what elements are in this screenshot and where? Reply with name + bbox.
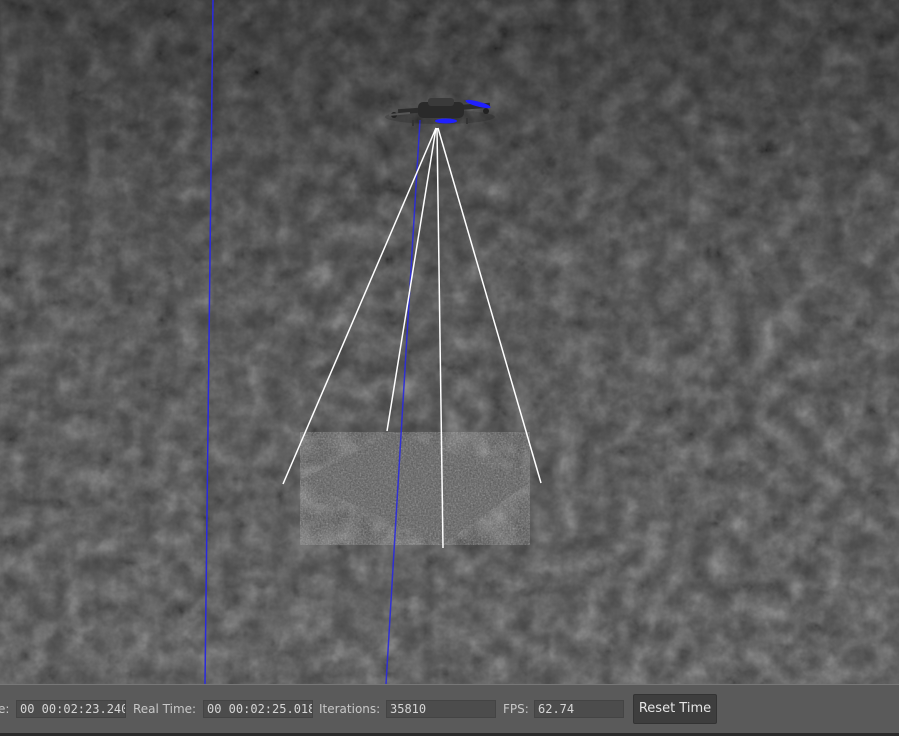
sim-time-label: e: [0, 702, 10, 716]
fps-label: FPS: [503, 702, 529, 716]
real-time-field: 00 00:02:25.018 [203, 700, 313, 718]
sim-time-field: 00 00:02:23.240 [16, 700, 126, 718]
real-time-label: Real Time: [133, 702, 197, 716]
iterations-field: 35810 [386, 700, 496, 718]
reset-time-button[interactable]: Reset Time [633, 694, 717, 724]
time-panel: e: 00 00:02:23.240 Real Time: 00 00:02:2… [0, 684, 899, 736]
fps-field: 62.74 [534, 700, 624, 718]
iterations-label: Iterations: [319, 702, 381, 716]
simulation-viewport[interactable] [0, 0, 899, 684]
propeller [435, 118, 457, 124]
